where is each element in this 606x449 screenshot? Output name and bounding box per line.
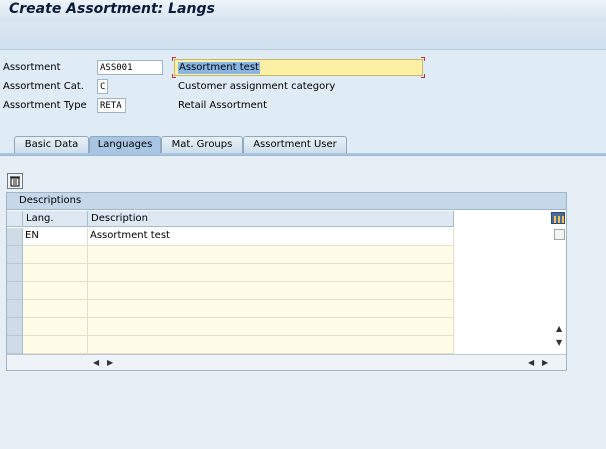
scroll-down-icon[interactable]: ▼ xyxy=(556,338,562,347)
description-cell[interactable] xyxy=(88,300,454,318)
focus-corner-bl xyxy=(172,74,176,78)
lang-cell[interactable] xyxy=(23,246,88,264)
focus-corner-tl xyxy=(172,57,176,61)
assortment-field[interactable]: ASS001 xyxy=(97,60,163,75)
table-settings-bar xyxy=(554,216,556,223)
scroll-right-icon[interactable]: ▶ xyxy=(107,358,113,367)
application-toolbar xyxy=(0,22,606,50)
trash-icon-glyph xyxy=(10,176,20,187)
focus-corner-tr xyxy=(421,57,425,61)
description-cell[interactable] xyxy=(88,336,454,354)
tab-mat-groups[interactable]: Mat. Groups xyxy=(161,136,243,154)
scroll-up-icon[interactable]: ▲ xyxy=(556,324,562,333)
trash-icon[interactable] xyxy=(7,173,23,189)
row-selector[interactable] xyxy=(7,264,23,282)
lang-cell[interactable]: EN xyxy=(23,228,88,246)
table-caption: Descriptions xyxy=(7,193,566,210)
horizontal-scrollbar[interactable]: ◀ ▶ ◀ ▶ xyxy=(7,354,566,370)
table-settings-bar xyxy=(562,216,564,223)
lang-cell[interactable] xyxy=(23,318,88,336)
assortment-cat-text: Customer assignment category xyxy=(178,81,336,92)
row-selector[interactable] xyxy=(7,336,23,354)
lang-cell[interactable] xyxy=(23,282,88,300)
tab-assortment-user[interactable]: Assortment User xyxy=(243,136,347,154)
row-selector[interactable] xyxy=(7,228,23,246)
assortment-label: Assortment xyxy=(3,62,61,73)
description-cell[interactable] xyxy=(88,264,454,282)
lang-cell[interactable] xyxy=(23,264,88,282)
scroll-right-icon[interactable]: ▶ xyxy=(542,358,548,367)
assortment-type-text: Retail Assortment xyxy=(178,100,267,111)
column-header-lang[interactable]: Lang. xyxy=(23,211,88,227)
title-bar: Create Assortment: Langs xyxy=(0,0,606,22)
page-title: Create Assortment: Langs xyxy=(9,1,215,17)
assortment-description-input[interactable]: Assortment test xyxy=(174,59,423,76)
table-settings-bar xyxy=(558,216,560,223)
description-cell[interactable] xyxy=(88,282,454,300)
tab-languages[interactable]: Languages xyxy=(89,136,161,154)
description-cell[interactable] xyxy=(88,246,454,264)
select-all-header[interactable] xyxy=(7,211,23,227)
scroll-left-icon[interactable]: ◀ xyxy=(528,358,534,367)
vertical-scrollbar[interactable]: ▲ ▼ xyxy=(554,227,566,354)
assortment-type-field[interactable]: RETA xyxy=(97,98,126,113)
row-selector[interactable] xyxy=(7,282,23,300)
scroll-thumb[interactable] xyxy=(554,229,565,240)
lang-cell[interactable] xyxy=(23,300,88,318)
description-cell[interactable] xyxy=(88,318,454,336)
tab-strip: Basic Data Languages Mat. Groups Assortm… xyxy=(0,136,606,154)
column-header-description[interactable]: Description xyxy=(88,211,454,227)
row-selector[interactable] xyxy=(7,318,23,336)
row-selector[interactable] xyxy=(7,300,23,318)
assortment-cat-label: Assortment Cat. xyxy=(3,81,84,92)
tab-basic-data[interactable]: Basic Data xyxy=(14,136,89,154)
description-selected-text: Assortment test xyxy=(178,62,260,74)
assortment-cat-field[interactable]: C xyxy=(97,79,108,94)
lang-cell[interactable] xyxy=(23,336,88,354)
row-selector[interactable] xyxy=(7,246,23,264)
descriptions-table: Descriptions Lang. Description EN Assort… xyxy=(6,192,567,371)
description-cell[interactable]: Assortment test xyxy=(88,228,454,246)
assortment-type-label: Assortment Type xyxy=(3,100,87,111)
table-settings-icon[interactable] xyxy=(551,212,565,224)
focus-corner-br xyxy=(421,74,425,78)
scroll-left-icon[interactable]: ◀ xyxy=(93,358,99,367)
